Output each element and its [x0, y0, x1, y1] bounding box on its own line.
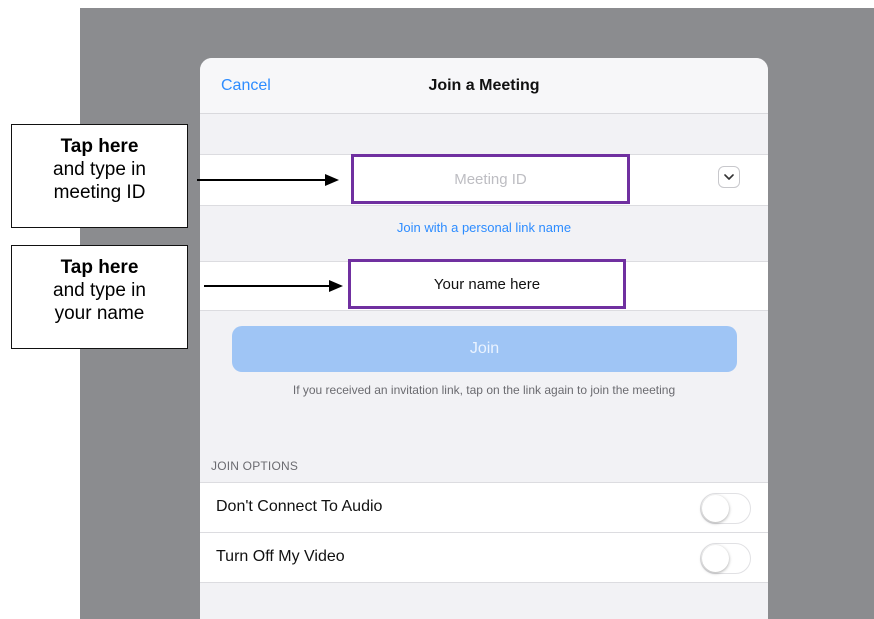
navigation-bar: Cancel Join a Meeting — [200, 58, 768, 114]
personal-link-name-link[interactable]: Join with a personal link name — [200, 220, 768, 235]
toggle-knob — [702, 545, 729, 572]
callout-text: and type in — [53, 280, 146, 301]
name-input[interactable]: Your name here — [348, 259, 626, 309]
join-meeting-sheet: Cancel Join a Meeting Meeting ID Join wi… — [200, 58, 768, 619]
callout-text: meeting ID — [53, 182, 146, 203]
option-dont-connect-audio: Don't Connect To Audio — [200, 482, 768, 532]
toggle-knob — [702, 495, 729, 522]
callout-name: Tap here and type in your name — [11, 245, 188, 349]
page-title: Join a Meeting — [428, 77, 540, 94]
join-options-header: JOIN OPTIONS — [211, 459, 299, 473]
callout-text: your name — [54, 303, 145, 324]
callout-text: and type in — [53, 159, 146, 180]
callout-meeting-id: Tap here and type in meeting ID — [11, 124, 188, 228]
video-toggle[interactable] — [700, 543, 751, 574]
meeting-id-input[interactable]: Meeting ID — [351, 154, 630, 204]
option-label: Don't Connect To Audio — [216, 498, 383, 515]
arrow-right-icon — [197, 174, 339, 186]
join-button[interactable]: Join — [232, 326, 737, 372]
arrow-right-icon — [204, 280, 343, 292]
option-turn-off-video: Turn Off My Video — [200, 532, 768, 583]
callout-heading: Tap here — [60, 257, 139, 278]
invitation-hint: If you received an invitation link, tap … — [292, 383, 676, 397]
audio-toggle[interactable] — [700, 493, 751, 524]
chevron-down-icon[interactable] — [718, 166, 740, 188]
callout-heading: Tap here — [60, 136, 139, 157]
option-label: Turn Off My Video — [216, 548, 345, 565]
